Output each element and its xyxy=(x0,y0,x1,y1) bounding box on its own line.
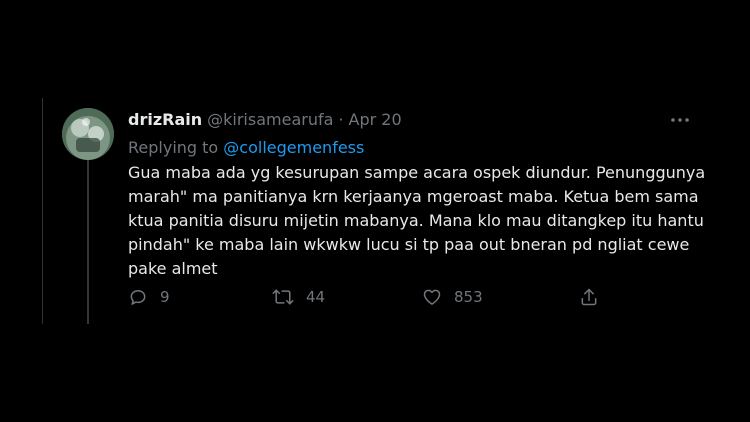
share-icon xyxy=(581,288,597,306)
tweet-text: Gua maba ada yg kesurupan sampe acara os… xyxy=(128,161,706,281)
retweet-count: 44 xyxy=(306,288,326,306)
retweet-button[interactable]: 44 xyxy=(272,286,325,308)
avatar-image xyxy=(62,108,114,160)
reply-count: 9 xyxy=(160,288,170,306)
more-horizontal-icon xyxy=(671,118,689,122)
user-handle[interactable]: @kirisamearufa xyxy=(207,110,333,129)
reply-button[interactable]: 9 xyxy=(128,286,170,308)
replying-mention-link[interactable]: @collegemenfess xyxy=(223,138,364,157)
display-name[interactable]: drizRain xyxy=(128,110,202,129)
like-button[interactable]: 853 xyxy=(422,286,483,308)
reply-icon xyxy=(130,290,146,305)
tweet-header: drizRain @kirisamearufa · Apr 20 xyxy=(128,110,402,132)
replying-prefix: Replying to xyxy=(128,138,219,157)
tweet-text-line: Gua maba ada yg kesurupan sampe acara os… xyxy=(128,163,706,182)
tweet-card: drizRain @kirisamearufa · Apr 20 Replyin… xyxy=(0,0,750,422)
more-options-button[interactable] xyxy=(668,112,692,128)
replying-to: Replying to @collegemenfess xyxy=(128,138,364,157)
tweet-date[interactable]: Apr 20 xyxy=(349,110,402,129)
heart-icon xyxy=(423,289,441,305)
tweet-text-line: marah" ma panitianya krn kerjaanya mgero… xyxy=(128,187,699,206)
tweet-text-line: pake almet xyxy=(128,259,218,278)
retweet-icon xyxy=(272,289,294,305)
share-button[interactable] xyxy=(579,286,599,308)
avatar[interactable] xyxy=(62,108,114,160)
like-count: 853 xyxy=(454,288,483,306)
tweet-text-line: pindah" ke maba lain wkwkw lucu si tp pa… xyxy=(128,235,690,254)
tweet-text-line: ktua panitia disuru mijetin mabanya. Man… xyxy=(128,211,704,230)
header-separator: · xyxy=(338,110,344,129)
action-bar: 9 44 853 xyxy=(0,286,750,308)
